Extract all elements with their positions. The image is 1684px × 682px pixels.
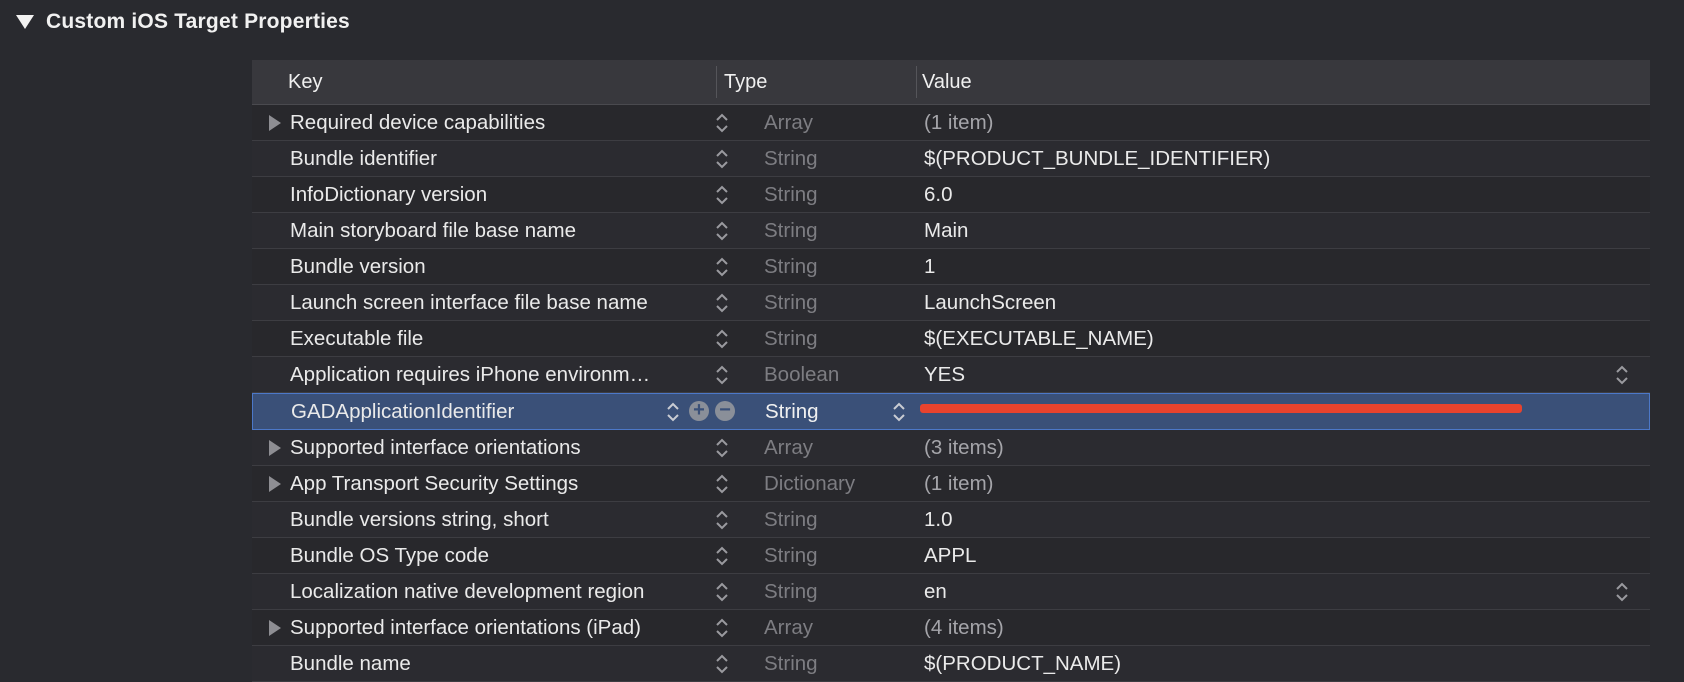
section-title: Custom iOS Target Properties — [46, 10, 350, 33]
row-type[interactable]: Array — [764, 610, 904, 645]
table-row[interactable]: Main storyboard file base name String Main — [252, 213, 1650, 249]
row-type[interactable]: String — [765, 394, 905, 429]
column-header-key[interactable]: Key — [288, 60, 322, 104]
row-key[interactable]: Supported interface orientations — [290, 430, 656, 465]
row-value[interactable]: 6.0 — [924, 177, 1604, 212]
row-type[interactable]: Array — [764, 430, 904, 465]
row-type[interactable]: String — [764, 321, 904, 356]
up-down-chevron-icon[interactable] — [714, 327, 730, 351]
row-key[interactable]: App Transport Security Settings — [290, 466, 656, 501]
column-divider[interactable] — [716, 66, 717, 98]
row-type[interactable]: String — [764, 502, 904, 537]
row-value[interactable]: (1 item) — [924, 105, 1604, 140]
row-type[interactable]: String — [764, 646, 904, 681]
up-down-chevron-icon[interactable] — [714, 147, 730, 171]
up-down-chevron-icon[interactable] — [1614, 580, 1630, 604]
row-value[interactable]: 1.0 — [924, 502, 1604, 537]
up-down-chevron-icon[interactable] — [714, 111, 730, 135]
plus-circle-icon[interactable]: + — [689, 400, 709, 421]
row-key[interactable]: Executable file — [290, 321, 656, 356]
row-type[interactable]: String — [764, 177, 904, 212]
up-down-chevron-icon[interactable] — [714, 544, 730, 568]
row-value[interactable]: $(PRODUCT_NAME) — [924, 646, 1604, 681]
table-body: Required device capabilities Array (1 item… — [252, 105, 1650, 682]
redaction-mark — [920, 404, 1522, 413]
row-key[interactable]: Bundle name — [290, 646, 656, 681]
table-row[interactable]: Supported interface orientations Array (3 … — [252, 430, 1650, 466]
row-type[interactable]: String — [764, 285, 904, 320]
table-header: Key Type Value — [252, 60, 1650, 105]
row-key[interactable]: Localization native development region — [290, 574, 656, 609]
up-down-chevron-icon[interactable] — [714, 580, 730, 604]
disclosure-triangle-right-icon[interactable] — [269, 440, 281, 456]
row-key[interactable]: Supported interface orientations (iPad) — [290, 610, 656, 645]
up-down-chevron-icon[interactable] — [891, 400, 907, 424]
column-divider[interactable] — [916, 66, 917, 98]
row-value[interactable]: (4 items) — [924, 610, 1604, 645]
table-row[interactable]: Bundle versions string, short String 1.0 — [252, 502, 1650, 538]
up-down-chevron-icon[interactable] — [714, 291, 730, 315]
properties-table: Key Type Value Required device capabilit… — [252, 60, 1650, 682]
up-down-chevron-icon[interactable] — [714, 363, 730, 387]
row-type[interactable]: Array — [764, 105, 904, 140]
table-row[interactable]: InfoDictionary version String 6.0 — [252, 177, 1650, 213]
row-value[interactable]: $(EXECUTABLE_NAME) — [924, 321, 1604, 356]
row-value[interactable]: APPL — [924, 538, 1604, 573]
up-down-chevron-icon[interactable] — [714, 508, 730, 532]
row-value[interactable]: (1 item) — [924, 466, 1604, 501]
up-down-chevron-icon[interactable] — [665, 400, 681, 424]
row-type[interactable]: Boolean — [764, 357, 904, 392]
column-header-value[interactable]: Value — [922, 60, 972, 104]
table-row[interactable]: Localization native development region St… — [252, 574, 1650, 610]
disclosure-triangle-down-icon[interactable] — [16, 15, 34, 29]
disclosure-triangle-right-icon[interactable] — [269, 620, 281, 636]
row-type[interactable]: String — [764, 538, 904, 573]
row-key[interactable]: Application requires iPhone environm… — [290, 357, 656, 392]
table-row[interactable]: Executable file String $(EXECUTABLE_NAME) — [252, 321, 1650, 357]
table-row[interactable]: Bundle version String 1 — [252, 249, 1650, 285]
disclosure-triangle-right-icon[interactable] — [269, 115, 281, 131]
row-type[interactable]: String — [764, 249, 904, 284]
row-key[interactable]: Bundle identifier — [290, 141, 656, 176]
row-type[interactable]: Dictionary — [764, 466, 904, 501]
table-row[interactable]: Bundle identifier String $(PRODUCT_BUNDLE_… — [252, 141, 1650, 177]
row-key[interactable]: GADApplicationIdentifier — [291, 394, 657, 429]
row-key[interactable]: Bundle versions string, short — [290, 502, 656, 537]
section-header[interactable]: Custom iOS Target Properties — [14, 8, 350, 36]
row-key[interactable]: InfoDictionary version — [290, 177, 656, 212]
up-down-chevron-icon[interactable] — [714, 616, 730, 640]
row-value[interactable]: 1 — [924, 249, 1604, 284]
row-key[interactable]: Main storyboard file base name — [290, 213, 656, 248]
table-row[interactable]: Application requires iPhone environm… Boo… — [252, 357, 1650, 393]
table-row[interactable]: App Transport Security Settings Dictionar… — [252, 466, 1650, 502]
row-value[interactable]: LaunchScreen — [924, 285, 1604, 320]
table-row[interactable]: Supported interface orientations (iPad) A… — [252, 610, 1650, 646]
minus-circle-icon[interactable]: − — [715, 400, 735, 421]
row-value[interactable]: $(PRODUCT_BUNDLE_IDENTIFIER) — [924, 141, 1604, 176]
table-row[interactable]: Bundle OS Type code String APPL — [252, 538, 1650, 574]
row-type[interactable]: String — [764, 213, 904, 248]
row-key[interactable]: Bundle version — [290, 249, 656, 284]
row-key[interactable]: Required device capabilities — [290, 105, 656, 140]
up-down-chevron-icon[interactable] — [714, 436, 730, 460]
row-value[interactable]: (3 items) — [924, 430, 1604, 465]
row-value[interactable]: Main — [924, 213, 1604, 248]
up-down-chevron-icon[interactable] — [714, 652, 730, 676]
up-down-chevron-icon[interactable] — [714, 219, 730, 243]
table-row[interactable]: Required device capabilities Array (1 item… — [252, 105, 1650, 141]
table-row[interactable]: Bundle name String $(PRODUCT_NAME) — [252, 646, 1650, 682]
disclosure-triangle-right-icon[interactable] — [269, 476, 281, 492]
up-down-chevron-icon[interactable] — [714, 472, 730, 496]
row-value[interactable]: en — [924, 574, 1604, 609]
up-down-chevron-icon[interactable] — [714, 255, 730, 279]
row-key[interactable]: Launch screen interface file base name — [290, 285, 656, 320]
row-key[interactable]: Bundle OS Type code — [290, 538, 656, 573]
column-header-type[interactable]: Type — [724, 60, 767, 104]
up-down-chevron-icon[interactable] — [1614, 363, 1630, 387]
row-type[interactable]: String — [764, 574, 904, 609]
table-row[interactable]: Launch screen interface file base name St… — [252, 285, 1650, 321]
row-value[interactable]: YES — [924, 357, 1604, 392]
up-down-chevron-icon[interactable] — [714, 183, 730, 207]
row-type[interactable]: String — [764, 141, 904, 176]
